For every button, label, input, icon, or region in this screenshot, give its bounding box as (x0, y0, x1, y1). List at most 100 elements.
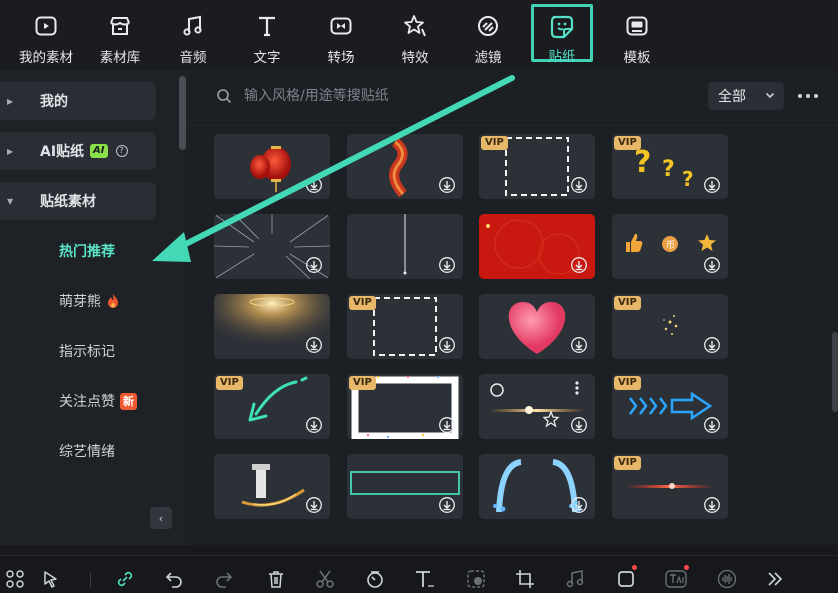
tab-effects[interactable]: 特效 (395, 0, 435, 70)
select-tool-button[interactable] (40, 568, 62, 590)
download-icon[interactable] (439, 417, 455, 433)
sticker-card-hanging-line[interactable] (347, 214, 463, 279)
download-icon[interactable] (439, 257, 455, 273)
vip-badge: VIP (481, 136, 508, 150)
cut-icon (316, 570, 334, 588)
download-icon[interactable] (439, 497, 455, 513)
tab-audio[interactable]: 音频 (173, 0, 213, 70)
new-badge: 新 (120, 392, 137, 410)
voice-button[interactable] (716, 568, 738, 590)
download-icon[interactable] (704, 417, 720, 433)
subcategory-bear[interactable]: 萌芽熊 (59, 291, 120, 311)
tab-template[interactable]: 模板 (617, 0, 657, 70)
download-icon[interactable] (306, 337, 322, 353)
category-label: 贴纸素材 (40, 194, 96, 210)
download-icon[interactable] (571, 337, 587, 353)
subcategory-label: 萌芽熊 (59, 294, 101, 310)
category-sticker-assets[interactable]: ▼ 贴纸素材 (0, 182, 156, 220)
help-icon[interactable]: ? (115, 145, 128, 157)
more-dots-icon (798, 94, 818, 98)
tab-my-media[interactable]: 我的素材 (13, 0, 79, 70)
more-options-button[interactable] (796, 84, 820, 108)
vip-badge: VIP (614, 456, 641, 470)
sticker-card-speed-lines[interactable] (214, 214, 330, 279)
vip-badge: VIP (349, 376, 376, 390)
grid-scrollbar[interactable] (832, 332, 838, 412)
download-icon[interactable] (571, 417, 587, 433)
download-icon[interactable] (571, 497, 587, 513)
sticker-card-light-burst[interactable] (214, 294, 330, 359)
tab-stock-library[interactable]: 素材库 (94, 0, 146, 70)
sticker-card-golden-swirl[interactable] (214, 454, 330, 519)
category-mine[interactable]: ▶ 我的 (0, 82, 156, 120)
sticker-card-lanterns[interactable] (214, 134, 330, 199)
sticker-card-teal-bar[interactable] (347, 454, 463, 519)
download-icon[interactable] (306, 497, 322, 513)
tab-transition[interactable]: 转场 (321, 0, 361, 70)
delete-button[interactable] (265, 568, 287, 590)
shape-button[interactable] (615, 565, 637, 590)
tab-label: 转场 (327, 50, 355, 66)
more-tools-button[interactable] (764, 568, 786, 590)
collapse-sidebar-button[interactable]: ‹ (150, 507, 172, 529)
tab-label: 特效 (401, 50, 429, 66)
text-tool-button[interactable] (414, 568, 436, 590)
category-ai-sticker[interactable]: ▶ AI贴纸 AI ? (0, 132, 156, 170)
sticker-card-like-coin-star[interactable]: 币 (612, 214, 728, 279)
mask-button[interactable] (465, 568, 487, 590)
sidebar-scrollbar[interactable] (179, 76, 186, 150)
download-icon[interactable] (306, 417, 322, 433)
download-icon[interactable] (306, 177, 322, 193)
download-icon[interactable] (704, 257, 720, 273)
search-input[interactable] (244, 88, 644, 104)
audio-tool-icon (566, 570, 584, 588)
sticker-card-red-ribbon[interactable] (347, 134, 463, 199)
download-icon[interactable] (306, 257, 322, 273)
sticker-card-water-arcs[interactable] (479, 454, 595, 519)
download-icon[interactable] (439, 177, 455, 193)
sticker-card-confetti-frame[interactable]: VIP (347, 374, 463, 439)
download-icon[interactable] (439, 337, 455, 353)
undo-button[interactable] (163, 568, 185, 590)
download-icon[interactable] (571, 257, 587, 273)
flame-icon (108, 294, 118, 308)
sticker-card-dashed-frame[interactable]: VIP (347, 294, 463, 359)
sticker-browser: 全部 VIP ???VIP 币 VIP VIP VIP VIP VIP VIP (190, 70, 838, 545)
subcategory-variety-emotion[interactable]: 综艺情绪 (59, 441, 115, 461)
subcategory-hot[interactable]: 热门推荐 (59, 241, 115, 261)
audio-tool-button[interactable] (564, 568, 586, 590)
speed-button[interactable] (364, 568, 386, 590)
tab-filter[interactable]: 滤镜 (468, 0, 508, 70)
sticker-card-red-background[interactable] (479, 214, 595, 279)
sticker-card-sparkles[interactable]: VIP (612, 294, 728, 359)
sticker-card-question-marks[interactable]: ??? VIP (612, 134, 728, 199)
crop-button[interactable] (514, 568, 536, 590)
subcategory-indicator-marks[interactable]: 指示标记 (59, 341, 115, 361)
filter-dropdown[interactable]: 全部 (708, 82, 784, 110)
vip-badge: VIP (349, 296, 376, 310)
download-icon[interactable] (704, 497, 720, 513)
tab-text[interactable]: 文字 (247, 0, 287, 70)
cut-button[interactable] (314, 568, 336, 590)
sticker-card-red-flare[interactable]: VIP (612, 454, 728, 519)
subcategory-follow-like[interactable]: 关注点赞 新 (59, 391, 137, 411)
search-bar (190, 78, 710, 114)
svg-text:?: ? (662, 157, 675, 182)
download-icon[interactable] (704, 337, 720, 353)
sticker-card-blue-neon-arrow[interactable]: VIP (612, 374, 728, 439)
more-forward-icon (768, 572, 783, 586)
download-icon[interactable] (571, 177, 587, 193)
notification-dot (632, 565, 637, 570)
delete-icon (269, 571, 283, 588)
sticker-card-green-arrow[interactable]: VIP (214, 374, 330, 439)
link-button[interactable] (114, 568, 136, 590)
sticker-card-lens-flare-star[interactable] (479, 374, 595, 439)
sticker-card-dashed-frame[interactable]: VIP (479, 134, 595, 199)
sticker-card-pink-heart[interactable] (479, 294, 595, 359)
tab-sticker[interactable]: 贴纸 (531, 4, 593, 65)
ai-text-icon (665, 570, 687, 588)
grid-button[interactable] (4, 568, 26, 590)
download-icon[interactable] (704, 177, 720, 193)
ai-text-button[interactable] (665, 565, 689, 590)
redo-button[interactable] (213, 568, 235, 590)
